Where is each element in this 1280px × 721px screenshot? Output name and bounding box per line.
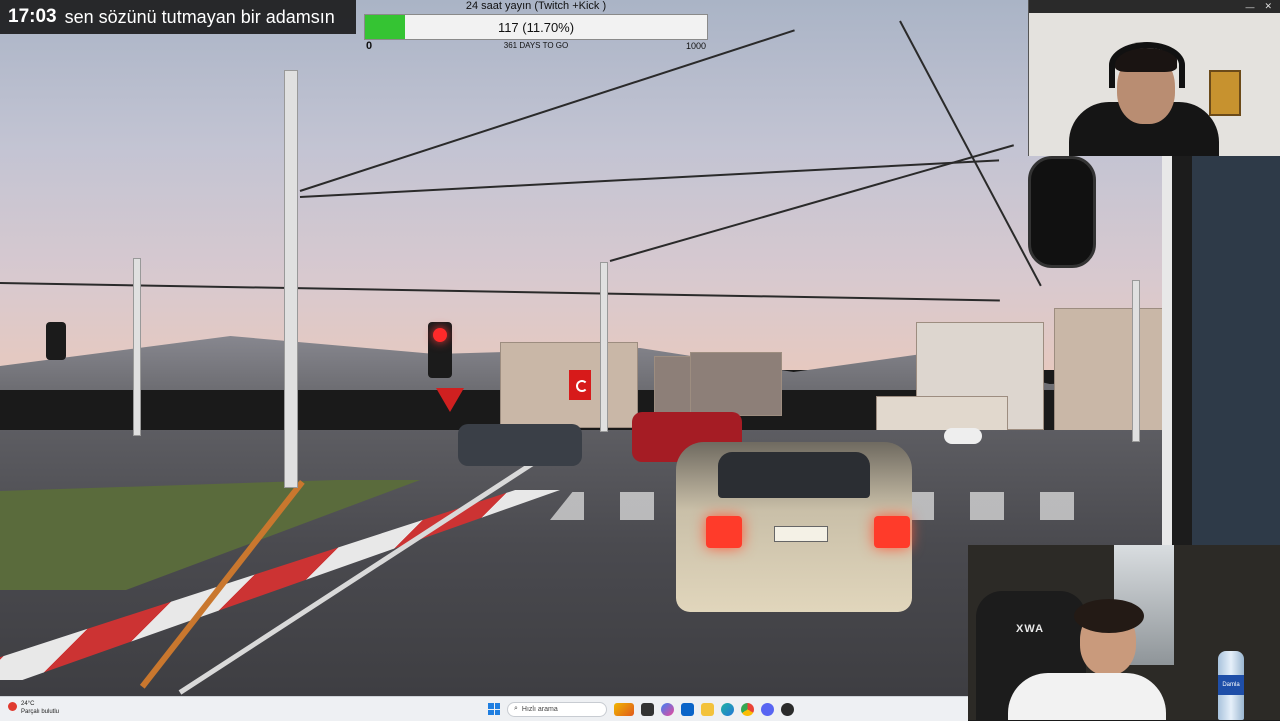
parked-car: [944, 428, 982, 444]
explorer-icon[interactable]: [701, 702, 714, 716]
clock-banner: 17:03 sen sözünü tutmayan bir adamsın: [0, 0, 356, 34]
windows-taskbar: 24°C Parçalı bulutlu ⌕ Hızlı arama: [0, 696, 968, 721]
red-lamp: [433, 328, 447, 342]
street-lamp-pole: [600, 262, 608, 432]
webcam-titlebar: — ✕: [1029, 0, 1280, 13]
bottle-label: Damla: [1218, 675, 1244, 695]
search-icon: ⌕: [514, 705, 518, 712]
goal-value: 117 (11.70%): [497, 19, 575, 35]
obs-icon[interactable]: [781, 702, 794, 716]
yield-sign: [436, 388, 464, 412]
weather-desc: Parçalı bulutlu: [21, 709, 60, 715]
discord-icon[interactable]: [761, 702, 774, 716]
street-lamp-pole: [1132, 280, 1140, 442]
copilot-icon[interactable]: [661, 702, 674, 716]
bus-side-mirror: [1028, 156, 1096, 268]
minimize-icon[interactable]: —: [1245, 2, 1254, 12]
license-plate: [774, 526, 828, 542]
chrome-icon[interactable]: [741, 702, 754, 716]
street-lamp-pole: [133, 258, 141, 436]
parked-car: [458, 424, 582, 466]
task-view-icon[interactable]: [641, 702, 654, 716]
webcam-window-bottom[interactable]: XWA Damla: [968, 545, 1280, 720]
taskbar-search[interactable]: ⌕ Hızlı arama: [507, 701, 607, 717]
street-lamp-pole: [284, 70, 298, 488]
search-placeholder: Hızlı arama: [521, 705, 558, 713]
streamer-face: [1069, 36, 1219, 156]
building: [690, 352, 782, 416]
building: [654, 356, 692, 414]
goal-title: 24 saat yayın (Twitch +Kick ): [465, 0, 607, 12]
second-person-hair: [1074, 599, 1144, 633]
weather-temp: 24°C: [21, 701, 35, 707]
traffic-light-red: [428, 322, 452, 378]
outlook-icon[interactable]: [681, 702, 694, 716]
tail-light-left: [706, 516, 742, 548]
taskbar-apps: ⌕ Hızlı arama: [488, 700, 794, 718]
webcam-window-top[interactable]: — ✕: [1028, 0, 1280, 156]
headset-icon: [1109, 42, 1185, 88]
goal-progress-bar: 117 (11.70%): [364, 14, 708, 40]
weather-widget[interactable]: 24°C Parçalı bulutlu: [8, 700, 59, 716]
widget-icon[interactable]: [614, 702, 634, 716]
chair-brand: XWA: [1016, 623, 1045, 635]
goal-max-label: 1000: [685, 41, 706, 51]
lead-car-rear-window: [718, 452, 870, 498]
traffic-light: [46, 322, 66, 360]
second-person-shirt: [1008, 673, 1166, 720]
subscriber-goal-widget: 24 saat yayın (Twitch +Kick ) 117 (11.70…: [364, 0, 708, 56]
building: [1054, 308, 1166, 434]
clock-time: 17:03: [8, 6, 57, 27]
icon-picture-frame: [1209, 70, 1241, 116]
weather-icon: [8, 702, 17, 711]
building: [876, 396, 1008, 434]
edge-icon[interactable]: [721, 702, 734, 716]
close-icon[interactable]: ✕: [1264, 1, 1272, 12]
tail-light-right: [874, 516, 910, 548]
banner-message: sen sözünü tutmayan bir adamsın: [64, 6, 335, 27]
start-icon[interactable]: [488, 703, 500, 715]
bus-windshield-pillar: [1162, 156, 1280, 546]
goal-days-remaining: 361 DAYS TO GO: [503, 41, 569, 50]
turkish-flag: [569, 370, 591, 400]
